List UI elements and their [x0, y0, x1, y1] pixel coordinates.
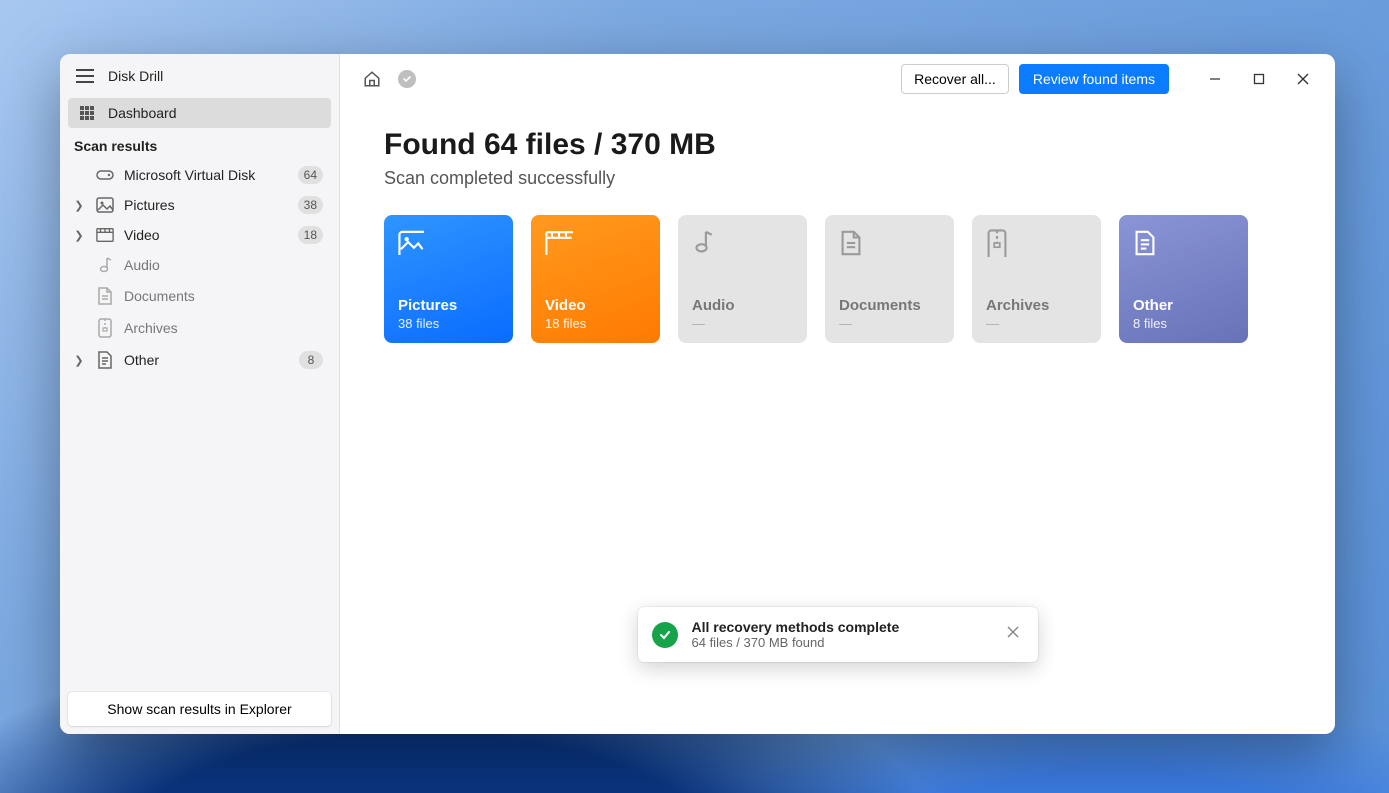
sidebar-item-dashboard[interactable]: Dashboard [68, 98, 331, 128]
toast-complete: All recovery methods complete 64 files /… [638, 607, 1038, 662]
documents-icon [839, 229, 867, 257]
documents-icon [96, 286, 114, 306]
menu-icon[interactable] [76, 69, 94, 83]
chevron-right-icon: ❯ [72, 229, 86, 242]
review-found-items-button[interactable]: Review found items [1019, 64, 1169, 94]
card-title: Archives [986, 297, 1087, 314]
content: Found 64 files / 370 MB Scan completed s… [340, 100, 1335, 371]
count-badge: 38 [298, 196, 323, 214]
sidebar: Disk Drill Dashboard Scan results Micros… [60, 54, 340, 734]
recover-all-button[interactable]: Recover all... [901, 64, 1009, 94]
category-card-audio: Audio — [678, 215, 807, 343]
sidebar-item-video[interactable]: ❯ Video 18 [68, 220, 331, 250]
card-subtitle: — [692, 316, 793, 331]
card-subtitle: — [986, 316, 1087, 331]
toast-close-button[interactable] [1002, 621, 1024, 648]
sidebar-item-label: Documents [124, 288, 323, 304]
result-headline: Found 64 files / 370 MB [384, 128, 1291, 162]
maximize-button[interactable] [1241, 65, 1277, 93]
toolbar: Recover all... Review found items [340, 54, 1335, 100]
app-title: Disk Drill [108, 68, 163, 84]
video-icon [545, 229, 573, 257]
card-title: Pictures [398, 297, 499, 314]
toast-title: All recovery methods complete [692, 619, 988, 635]
home-button[interactable] [358, 65, 386, 93]
sidebar-section-scan-results: Scan results [68, 128, 331, 160]
sidebar-item-documents[interactable]: Documents [68, 280, 331, 312]
card-title: Audio [692, 297, 793, 314]
sidebar-item-label: Other [124, 352, 289, 368]
audio-icon [692, 229, 720, 257]
category-card-video[interactable]: Video 18 files [531, 215, 660, 343]
sidebar-item-label: Microsoft Virtual Disk [124, 167, 288, 183]
sidebar-item-archives[interactable]: Archives [68, 312, 331, 344]
sidebar-item-label: Audio [124, 257, 323, 273]
toast-subtitle: 64 files / 370 MB found [692, 635, 988, 650]
sidebar-item-audio[interactable]: Audio [68, 250, 331, 280]
category-card-documents: Documents — [825, 215, 954, 343]
sidebar-item-label: Video [124, 227, 288, 243]
check-circle-icon [652, 622, 678, 648]
grid-icon [78, 105, 96, 121]
minimize-button[interactable] [1197, 65, 1233, 93]
sidebar-tree: Microsoft Virtual Disk 64 ❯ Pictures 38 ❯ Vide… [68, 160, 331, 376]
sidebar-header: Disk Drill [60, 54, 339, 94]
disk-icon [96, 168, 114, 182]
card-subtitle: 38 files [398, 316, 499, 331]
category-card-other[interactable]: Other 8 files [1119, 215, 1248, 343]
card-title: Documents [839, 297, 940, 314]
card-subtitle: 18 files [545, 316, 646, 331]
archives-icon [986, 229, 1014, 257]
audio-icon [96, 256, 114, 274]
sidebar-item-microsoft-virtual-disk[interactable]: Microsoft Virtual Disk 64 [68, 160, 331, 190]
archives-icon [96, 318, 114, 338]
other-icon [1133, 229, 1161, 257]
toolbar-left [358, 65, 416, 93]
category-cards: Pictures38 filesVideo18 filesAudio—Docum… [384, 215, 1291, 343]
close-button[interactable] [1285, 65, 1321, 93]
card-subtitle: — [839, 316, 940, 331]
category-card-archives: Archives — [972, 215, 1101, 343]
video-icon [96, 227, 114, 243]
app-window: Disk Drill Dashboard Scan results Micros… [60, 54, 1335, 734]
show-in-explorer-button[interactable]: Show scan results in Explorer [68, 692, 331, 726]
card-title: Video [545, 297, 646, 314]
window-controls [1197, 65, 1321, 93]
chevron-right-icon: ❯ [72, 354, 86, 367]
count-badge: 8 [299, 351, 323, 369]
count-badge: 18 [298, 226, 323, 244]
pictures-icon [96, 197, 114, 213]
sidebar-item-other[interactable]: ❯ Other 8 [68, 344, 331, 376]
pictures-icon [398, 229, 426, 257]
result-subheadline: Scan completed successfully [384, 168, 1291, 189]
card-subtitle: 8 files [1133, 316, 1234, 331]
chevron-right-icon: ❯ [72, 199, 86, 212]
card-title: Other [1133, 297, 1234, 314]
other-icon [96, 350, 114, 370]
main-panel: Recover all... Review found items Found … [340, 54, 1335, 734]
count-badge: 64 [298, 166, 323, 184]
sidebar-item-label: Pictures [124, 197, 288, 213]
category-card-pictures[interactable]: Pictures 38 files [384, 215, 513, 343]
sidebar-list: Dashboard Scan results Microsoft Virtual… [60, 94, 339, 684]
sidebar-item-pictures[interactable]: ❯ Pictures 38 [68, 190, 331, 220]
sidebar-item-label: Dashboard [108, 105, 177, 121]
sidebar-footer: Show scan results in Explorer [60, 684, 339, 734]
status-complete-icon [398, 70, 416, 88]
sidebar-item-label: Archives [124, 320, 323, 336]
